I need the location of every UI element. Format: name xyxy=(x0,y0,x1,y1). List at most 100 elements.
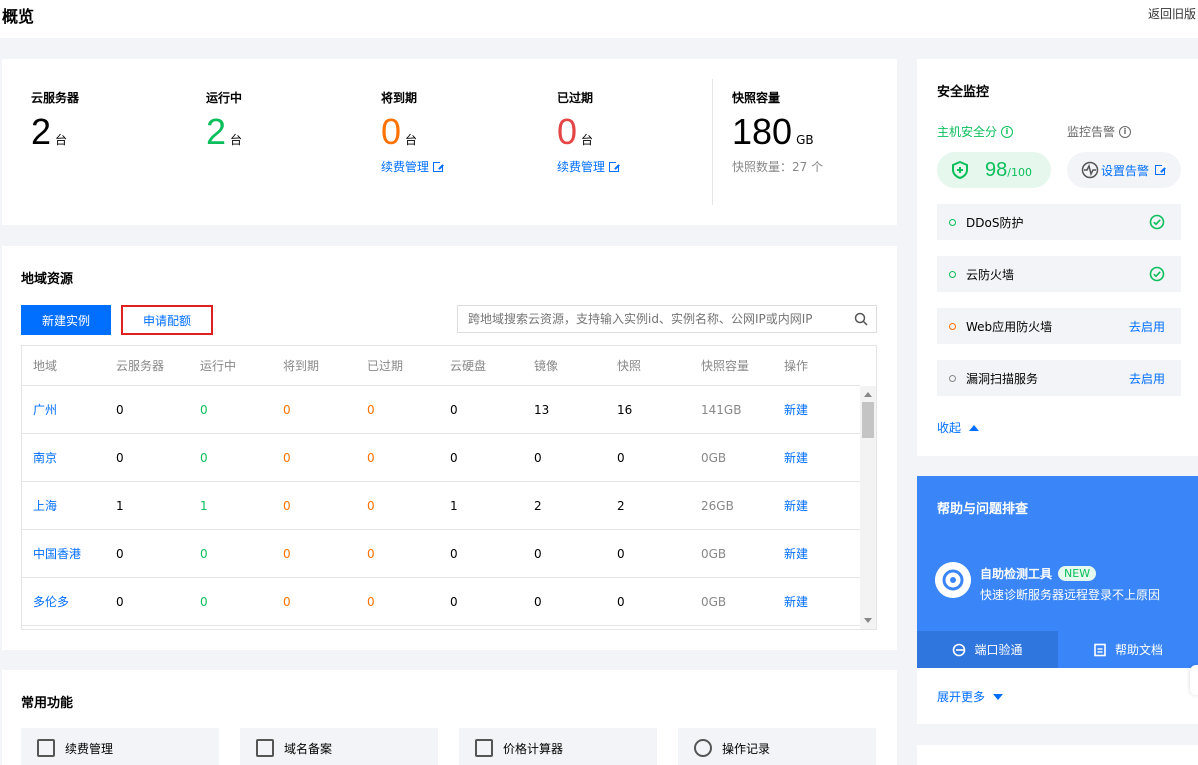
port-check-button[interactable]: 端口验通 xyxy=(917,631,1058,668)
common-functions-card: 常用功能 续费管理 域名备案 价格计算器 操作记录 xyxy=(2,670,897,765)
cell-cvm: 1 xyxy=(116,498,124,513)
check-circle-icon xyxy=(1149,214,1165,230)
collapse-link[interactable]: 收起 xyxy=(937,419,980,436)
cell-running: 0 xyxy=(200,546,208,561)
diagnose-tool-title[interactable]: 自助检测工具 NEW xyxy=(980,565,1097,582)
func-price-calculator[interactable]: 价格计算器 xyxy=(459,728,657,765)
renew-management-link[interactable]: 续费管理 xyxy=(381,158,446,175)
cell-snapshot: 0 xyxy=(617,450,625,465)
region-link[interactable]: 中国香港 xyxy=(33,530,81,577)
func-label: 价格计算器 xyxy=(503,741,564,756)
enable-vuln-scan-link[interactable]: 去启用 xyxy=(1129,370,1165,387)
stat-unit: GB xyxy=(796,133,814,147)
new-action-link[interactable]: 新建 xyxy=(784,530,808,577)
check-circle-icon xyxy=(1149,266,1165,282)
region-link[interactable]: 上海 xyxy=(33,482,57,529)
top-bar: 概览 返回旧版 xyxy=(0,0,1198,38)
func-operation-history[interactable]: 操作记录 xyxy=(678,728,876,765)
stat-expired: 已过期 0台 续费管理 xyxy=(557,89,622,175)
region-table: 地域 云服务器 运行中 将到期 已过期 云硬盘 镜像 快照 快照容量 操作 广州… xyxy=(21,345,877,630)
cell-running: 0 xyxy=(200,594,208,609)
new-instance-button[interactable]: 新建实例 xyxy=(21,305,111,335)
cell-cvm: 0 xyxy=(116,546,124,561)
expand-more-link[interactable]: 展开更多 xyxy=(937,688,1004,705)
side-float-tab[interactable] xyxy=(1190,665,1198,695)
cell-expiring: 0 xyxy=(283,546,291,561)
host-security-score-label: 主机安全分 i xyxy=(937,123,1014,140)
stat-value: 180 xyxy=(732,111,793,152)
func-renew-management[interactable]: 续费管理 xyxy=(21,728,219,765)
security-score-total: /100 xyxy=(1007,165,1032,179)
caret-up-icon xyxy=(969,424,980,431)
column-header: 地域 xyxy=(33,359,58,373)
new-action-link[interactable]: 新建 xyxy=(784,578,808,625)
diagnose-tool-desc: 快速诊断服务器远程登录不上原因 xyxy=(980,588,1161,602)
table-header: 地域 云服务器 运行中 将到期 已过期 云硬盘 镜像 快照 快照容量 操作 xyxy=(22,346,860,386)
stat-cvm: 云服务器 2台 xyxy=(31,89,79,152)
enable-waf-link[interactable]: 去启用 xyxy=(1129,318,1165,335)
cell-cvm: 0 xyxy=(116,450,124,465)
search-icon[interactable] xyxy=(854,312,868,326)
cell-running: 0 xyxy=(200,402,208,417)
new-action-link[interactable]: 新建 xyxy=(784,386,808,433)
stat-unit: 台 xyxy=(405,133,418,147)
func-label: 续费管理 xyxy=(65,741,114,756)
stat-unit: 台 xyxy=(581,133,594,147)
stat-snapshot-capacity: 快照容量 180 GB 快照数量：27 个 xyxy=(732,89,823,175)
back-to-old-version-link[interactable]: 返回旧版 xyxy=(1148,5,1196,22)
renew-management-link[interactable]: 续费管理 xyxy=(557,158,622,175)
info-icon[interactable]: i xyxy=(1001,125,1014,138)
security-item-ddos: DDoS防护 xyxy=(937,204,1181,240)
cell-cvm: 0 xyxy=(116,594,124,609)
help-docs-label: 帮助文档 xyxy=(1114,643,1163,657)
security-item-vuln-scan: 漏洞扫描服务 去启用 xyxy=(937,360,1181,396)
cell-cvm: 0 xyxy=(116,402,124,417)
section-title: 安全监控 xyxy=(937,85,990,100)
score-label-text: 主机安全分 xyxy=(937,125,998,139)
stat-label: 已过期 xyxy=(557,91,594,105)
scroll-up-icon[interactable] xyxy=(864,392,872,397)
apply-quota-button[interactable]: 申请配额 xyxy=(121,305,213,335)
column-header: 云硬盘 xyxy=(450,359,487,373)
security-monitor-card: 安全监控 主机安全分 i 监控告警 i 98/100 设置告警 DDoS防护 云… xyxy=(917,59,1198,456)
security-item-label: DDoS防护 xyxy=(966,215,1024,230)
column-header: 快照容量 xyxy=(701,359,750,373)
new-action-link[interactable]: 新建 xyxy=(784,482,808,529)
port-icon xyxy=(953,643,966,656)
scroll-thumb[interactable] xyxy=(862,402,874,438)
region-link[interactable]: 多伦多 xyxy=(33,578,69,625)
page-title: 概览 xyxy=(2,7,35,26)
cell-expiring: 0 xyxy=(283,498,291,513)
cell-image: 13 xyxy=(534,402,550,417)
external-link-icon xyxy=(1155,163,1168,175)
search-box xyxy=(457,305,877,333)
table-scrollbar[interactable] xyxy=(860,386,876,629)
func-domain-filing[interactable]: 域名备案 xyxy=(240,728,438,765)
scroll-down-icon[interactable] xyxy=(864,618,872,623)
region-link[interactable]: 南京 xyxy=(33,434,57,481)
search-input[interactable] xyxy=(458,306,848,332)
cell-expiring: 0 xyxy=(283,402,291,417)
info-icon[interactable]: i xyxy=(1119,125,1132,138)
stat-value: 2 xyxy=(31,111,52,152)
new-action-link[interactable]: 新建 xyxy=(784,434,808,481)
port-check-label: 端口验通 xyxy=(974,643,1023,657)
cell-image: 0 xyxy=(534,546,542,561)
func-label: 操作记录 xyxy=(722,741,771,756)
help-docs-button[interactable]: 帮助文档 xyxy=(1058,631,1198,668)
security-item-waf: Web应用防火墙 去启用 xyxy=(937,308,1181,344)
table-row: 南京 0 0 0 0 0 0 0 0GB 新建 xyxy=(22,434,860,482)
snapshot-count: 快照数量：27 个 xyxy=(732,160,824,174)
cell-cbs: 0 xyxy=(450,594,458,609)
set-alarm-button[interactable]: 设置告警 xyxy=(1067,152,1181,188)
security-score-pill[interactable]: 98/100 xyxy=(937,152,1051,188)
caret-down-icon xyxy=(993,693,1004,700)
region-link[interactable]: 广州 xyxy=(33,386,57,433)
cell-image: 0 xyxy=(534,594,542,609)
func-label: 域名备案 xyxy=(284,741,333,756)
stat-value: 0 xyxy=(557,111,578,152)
external-link-icon xyxy=(609,159,622,172)
stat-label: 云服务器 xyxy=(31,91,80,105)
alarm-label-text: 监控告警 xyxy=(1067,125,1116,139)
security-item-label: Web应用防火墙 xyxy=(966,319,1053,334)
